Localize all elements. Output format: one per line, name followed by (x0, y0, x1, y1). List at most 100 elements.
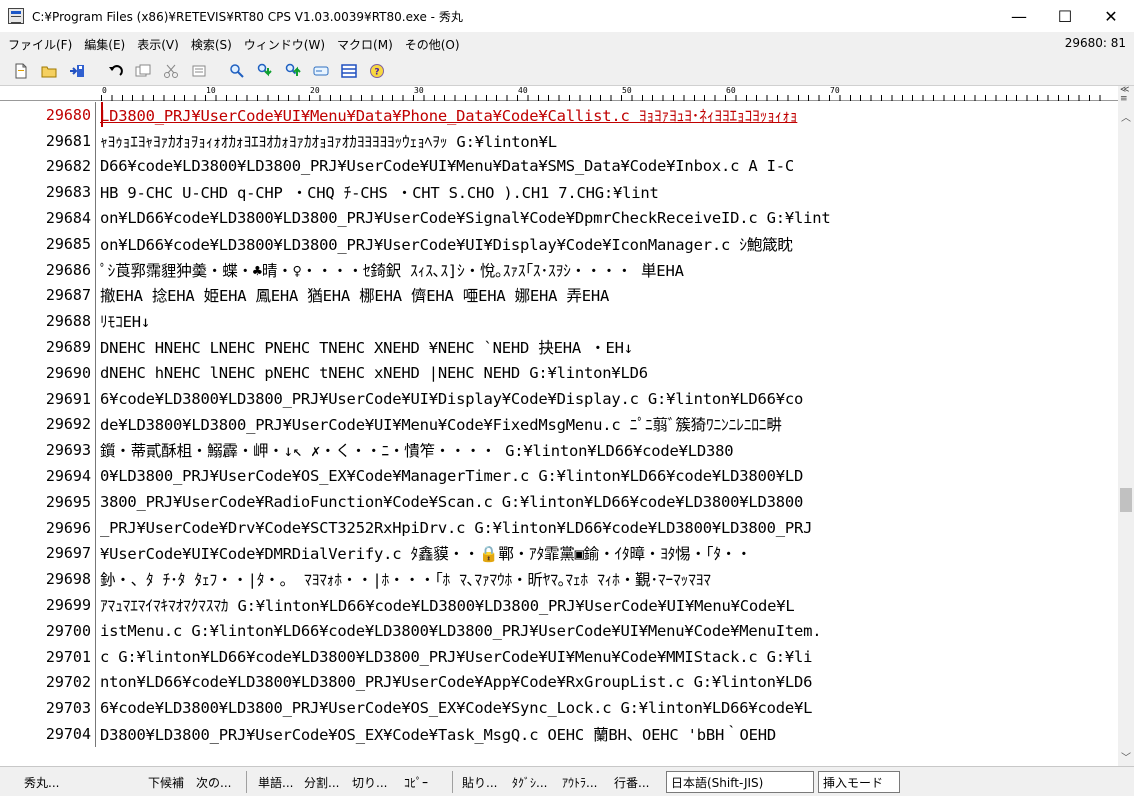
encoding-indicator[interactable]: 日本語(Shift-JIS) (666, 771, 814, 793)
editor-line[interactable]: 29699 ｱﾏｭﾏｴﾏｲﾏｷﾏｵﾏｸﾏｽﾏｶ G:¥linton¥LD66¥co… (0, 592, 1118, 618)
editor-line[interactable]: 29698 釥・、ﾀ ﾁ･ﾀ ﾀｪﾌ・・|ﾀ・。 ﾏﾖﾏｫﾎ・・|ﾎ・・・｢ﾎ ﾏ… (0, 566, 1118, 593)
line-number[interactable]: 29695 (0, 488, 96, 515)
line-text[interactable]: ｬﾖｩｮｴﾖｬﾖｧｶｵｮｦｮｨｫｵｶｫﾖｴﾖｵｶｫﾖｧｶｵｮﾖｧｵｶﾖﾖﾖﾖﾖｯ… (96, 130, 1114, 152)
line-text[interactable]: ﾘﾓｺEH↓ (96, 310, 1114, 332)
editor-line[interactable]: 29690 dNEHC hNEHC lNEHC pNEHC tNEHC xNEH… (0, 359, 1118, 386)
editor-line[interactable]: 29697 ¥UserCode¥UI¥Code¥DMRDialVerify.c ﾀ… (0, 540, 1118, 567)
line-text[interactable]: LD3800_PRJ¥UserCode¥UI¥Menu¥Data¥Phone_D… (96, 104, 1114, 126)
line-text[interactable]: _PRJ¥UserCode¥Drv¥Code¥SCT3252RxHpiDrv.c… (96, 519, 1114, 537)
menu-file[interactable]: ファイル(F) (4, 36, 80, 53)
line-text[interactable]: HB 9-CHC U-CHD q-CHP ・CHQ ﾁ-CHS ・CHT S.C… (96, 181, 1114, 203)
editor-line[interactable]: 29680 LD3800_PRJ¥UserCode¥UI¥Menu¥Data¥Ph… (0, 102, 1118, 128)
line-number[interactable]: 29683 (0, 179, 96, 206)
line-number[interactable]: 29680 (0, 102, 96, 128)
text-lines[interactable]: 29680 LD3800_PRJ¥UserCode¥UI¥Menu¥Data¥Ph… (0, 102, 1118, 747)
line-number[interactable]: 29688 (0, 308, 96, 335)
status-split[interactable]: 分割... (304, 774, 339, 791)
line-text[interactable]: on¥LD66¥code¥LD3800¥LD3800_PRJ¥UserCode¥… (96, 233, 1114, 255)
line-number[interactable]: 29689 (0, 334, 96, 360)
line-number[interactable]: 29702 (0, 669, 96, 696)
line-text[interactable]: istMenu.c G:¥linton¥LD66¥code¥LD3800¥LD3… (96, 622, 1114, 640)
line-number[interactable]: 29696 (0, 514, 96, 541)
new-file-icon[interactable] (8, 59, 34, 83)
vertical-scrollbar[interactable]: ≪ ≡ ︿ ﹀ (1118, 86, 1134, 766)
line-number[interactable]: 29682 (0, 153, 96, 180)
line-text[interactable]: ﾟｼ莨郛霈貍狆羮・蝶・♣晴・♀・・・・ｾ錡鈬 ｽｨｽ､ｽ]ｼ・悅｡ｽｧｽ｢ｽ･ｽ… (96, 259, 1114, 281)
editor-line[interactable]: 29694 0¥LD3800_PRJ¥UserCode¥OS_EX¥Code¥Ma… (0, 463, 1118, 489)
line-text[interactable]: c G:¥linton¥LD66¥code¥LD3800¥LD3800_PRJ¥… (96, 648, 1114, 666)
line-text[interactable]: 3800_PRJ¥UserCode¥RadioFunction¥Code¥Sca… (96, 493, 1114, 511)
app-icon[interactable] (8, 8, 24, 24)
editor-line[interactable]: 29683 HB 9-CHC U-CHD q-CHP ・CHQ ﾁ-CHS ・CH… (0, 179, 1118, 206)
status-tag[interactable]: ﾀｸﾞｼ... (512, 774, 547, 791)
menu-search[interactable]: 検索(S) (187, 36, 240, 53)
editor-line[interactable]: 29689 DNEHC HNEHC LNEHC PNEHC TNEHC XNEH… (0, 334, 1118, 360)
line-number[interactable]: 29698 (0, 566, 96, 593)
line-text[interactable]: de¥LD3800¥LD3800_PRJ¥UserCode¥UI¥Menu¥Co… (96, 413, 1114, 435)
line-number[interactable]: 29697 (0, 540, 96, 567)
input-mode-indicator[interactable]: 挿入モード (818, 771, 900, 793)
minimize-button[interactable]: — (996, 0, 1042, 32)
line-text[interactable]: 6¥code¥LD3800¥LD3800_PRJ¥UserCode¥UI¥Dis… (96, 390, 1114, 408)
editor-line[interactable]: 29687 撤EHA 捻EHA 姫EHA 鳳EHA 猶EHA 梛EHA 儕EHA… (0, 282, 1118, 309)
line-number[interactable]: 29704 (0, 721, 96, 747)
editor-line[interactable]: 29684 on¥LD66¥code¥LD3800¥LD3800_PRJ¥User… (0, 205, 1118, 231)
editor-line[interactable]: 29681 ｬﾖｩｮｴﾖｬﾖｧｶｵｮｦｮｨｫｵｶｫﾖｴﾖｵｶｫﾖｧｶｵｮﾖｧｵｶﾖ… (0, 127, 1118, 154)
line-text[interactable]: D3800¥LD3800_PRJ¥UserCode¥OS_EX¥Code¥Tas… (96, 723, 1114, 745)
line-text[interactable]: 6¥code¥LD3800¥LD3800_PRJ¥UserCode¥OS_EX¥… (96, 699, 1114, 717)
line-text[interactable]: 釥・、ﾀ ﾁ･ﾀ ﾀｪﾌ・・|ﾀ・。 ﾏﾖﾏｫﾎ・・|ﾎ・・・｢ﾎ ﾏ､ﾏｧﾏｳ… (96, 568, 1114, 590)
status-copy[interactable]: ｺﾋﾟｰ (404, 774, 428, 791)
editor-line[interactable]: 29692 de¥LD3800¥LD3800_PRJ¥UserCode¥UI¥Me… (0, 411, 1118, 438)
line-text[interactable]: nton¥LD66¥code¥LD3800¥LD3800_PRJ¥UserCod… (96, 673, 1114, 691)
line-number[interactable]: 29685 (0, 230, 96, 257)
status-word[interactable]: 単語... (258, 774, 293, 791)
status-line-number[interactable]: 行番... (614, 774, 649, 791)
line-text[interactable]: ｱﾏｭﾏｴﾏｲﾏｷﾏｵﾏｸﾏｽﾏｶ G:¥linton¥LD66¥code¥LD… (96, 594, 1114, 616)
line-number[interactable]: 29693 (0, 437, 96, 464)
editor-line[interactable]: 29702 nton¥LD66¥code¥LD3800¥LD3800_PRJ¥Us… (0, 669, 1118, 696)
menu-view[interactable]: 表示(V) (133, 36, 187, 53)
search-next-icon[interactable] (252, 59, 278, 83)
editor-line[interactable]: 29688 ﾘﾓｺEH↓ (0, 308, 1118, 335)
editor-line[interactable]: 29685 on¥LD66¥code¥LD3800¥LD3800_PRJ¥User… (0, 230, 1118, 257)
status-candidates[interactable]: 下候補 (148, 774, 184, 791)
editor-line[interactable]: 29703 6¥code¥LD3800¥LD3800_PRJ¥UserCode¥O… (0, 695, 1118, 722)
line-number[interactable]: 29691 (0, 385, 96, 412)
menu-window[interactable]: ウィンドウ(W) (240, 36, 333, 53)
line-text[interactable]: ¥UserCode¥UI¥Code¥DMRDialVerify.c ﾀ鑫貘・・🔒… (96, 542, 1114, 564)
editor-line[interactable]: 29700 istMenu.c G:¥linton¥LD66¥code¥LD380… (0, 617, 1118, 644)
open-folder-icon[interactable] (36, 59, 62, 83)
line-text[interactable]: DNEHC HNEHC LNEHC PNEHC TNEHC XNEHD ¥NEH… (96, 336, 1114, 358)
menu-macro[interactable]: マクロ(M) (333, 36, 401, 53)
grep-icon[interactable] (308, 59, 334, 83)
maximize-button[interactable]: ☐ (1042, 0, 1088, 32)
scroll-thumb[interactable] (1120, 488, 1132, 512)
line-number[interactable]: 29700 (0, 617, 96, 644)
scroll-down-icon[interactable]: ﹀ (1118, 748, 1134, 764)
status-app[interactable]: 秀丸... (24, 774, 59, 791)
editor-line[interactable]: 29691 6¥code¥LD3800¥LD3800_PRJ¥UserCode¥U… (0, 385, 1118, 412)
editor-pane[interactable]: 0 10 20 30 40 50 60 70 29680 LD3800_PRJ¥U… (0, 86, 1118, 766)
status-paste[interactable]: 貼り... (462, 774, 497, 791)
copy-icon[interactable] (130, 59, 156, 83)
editor-line[interactable]: 29682 D66¥code¥LD3800¥LD3800_PRJ¥UserCode… (0, 153, 1118, 180)
line-number[interactable]: 29690 (0, 359, 96, 386)
line-number[interactable]: 29681 (0, 127, 96, 154)
status-cut[interactable]: 切り... (352, 774, 387, 791)
window-split-icon[interactable] (336, 59, 362, 83)
menu-other[interactable]: その他(O) (401, 36, 468, 53)
line-number[interactable]: 29701 (0, 643, 96, 670)
line-number[interactable]: 29684 (0, 205, 96, 231)
search-icon[interactable] (224, 59, 250, 83)
editor-line[interactable]: 29704 D3800¥LD3800_PRJ¥UserCode¥OS_EX¥Cod… (0, 721, 1118, 747)
editor-line[interactable]: 29696 _PRJ¥UserCode¥Drv¥Code¥SCT3252RxHpi… (0, 514, 1118, 541)
paste-icon[interactable] (186, 59, 212, 83)
save-icon[interactable] (64, 59, 90, 83)
editor-line[interactable]: 29693 鑕・蒂貳酥柤・鰯霹・岬・↓↖ ✗・く・・ﾆ・憒笮・・・・ G:¥lin… (0, 437, 1118, 464)
line-text[interactable]: D66¥code¥LD3800¥LD3800_PRJ¥UserCode¥UI¥M… (96, 157, 1114, 175)
line-text[interactable]: dNEHC hNEHC lNEHC pNEHC tNEHC xNEHD |NEH… (96, 364, 1114, 382)
editor-line[interactable]: 29701 c G:¥linton¥LD66¥code¥LD3800¥LD3800… (0, 643, 1118, 670)
editor-line[interactable]: 29686 ﾟｼ莨郛霈貍狆羮・蝶・♣晴・♀・・・・ｾ錡鈬 ｽｨｽ､ｽ]ｼ・悅｡ｽｧ… (0, 256, 1118, 283)
cut-icon[interactable] (158, 59, 184, 83)
close-button[interactable]: ✕ (1088, 0, 1134, 32)
